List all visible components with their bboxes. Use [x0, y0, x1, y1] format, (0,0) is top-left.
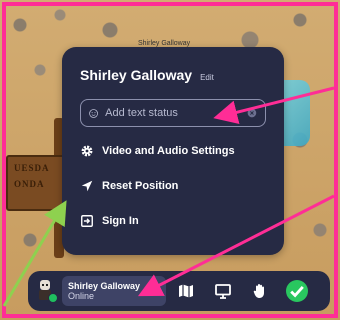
menu-user-name: Shirley Galloway [80, 67, 193, 83]
status-input[interactable] [105, 107, 248, 119]
avatar[interactable] [34, 277, 58, 305]
screen-share-icon [215, 284, 231, 299]
gear-icon [81, 145, 93, 157]
sign-text-1: UESDA [14, 163, 50, 173]
signpost: UESDA ONDA [6, 155, 68, 211]
map-icon [179, 284, 193, 298]
menu-item-sign-in[interactable]: Sign In [80, 210, 266, 232]
raise-hand-icon [253, 284, 264, 298]
smiley-icon [89, 108, 98, 118]
status-field[interactable] [80, 99, 266, 127]
raise-hand-button[interactable] [243, 276, 277, 306]
menu-item-label: Sign In [102, 215, 139, 227]
sign-text-2: ONDA [14, 179, 45, 189]
screen-share-button[interactable] [206, 276, 240, 306]
menu-item-label: Video and Audio Settings [102, 145, 235, 157]
online-indicator [48, 293, 58, 303]
availability-button[interactable] [280, 276, 314, 306]
user-menu-popup: Shirley Galloway Edit Video and Audio Se… [62, 47, 284, 255]
location-arrow-icon [81, 180, 93, 192]
bottom-toolbar: Shirley Galloway Online [28, 271, 330, 311]
menu-item-reset-position[interactable]: Reset Position [80, 175, 266, 197]
bar-user-status: Online [68, 291, 95, 301]
edit-name-link[interactable]: Edit [200, 73, 214, 82]
clear-status-icon[interactable] [247, 106, 257, 120]
bar-user-name: Shirley Galloway [68, 281, 141, 291]
check-icon [286, 280, 308, 302]
map-button[interactable] [169, 276, 203, 306]
menu-header: Shirley Galloway Edit [80, 67, 266, 83]
sign-in-icon [81, 215, 93, 227]
map-player-caption: Shirley Galloway [138, 40, 191, 47]
menu-item-label: Reset Position [102, 180, 179, 192]
menu-item-video-audio-settings[interactable]: Video and Audio Settings [80, 140, 266, 162]
user-chip-button[interactable]: Shirley Galloway Online [62, 276, 166, 306]
